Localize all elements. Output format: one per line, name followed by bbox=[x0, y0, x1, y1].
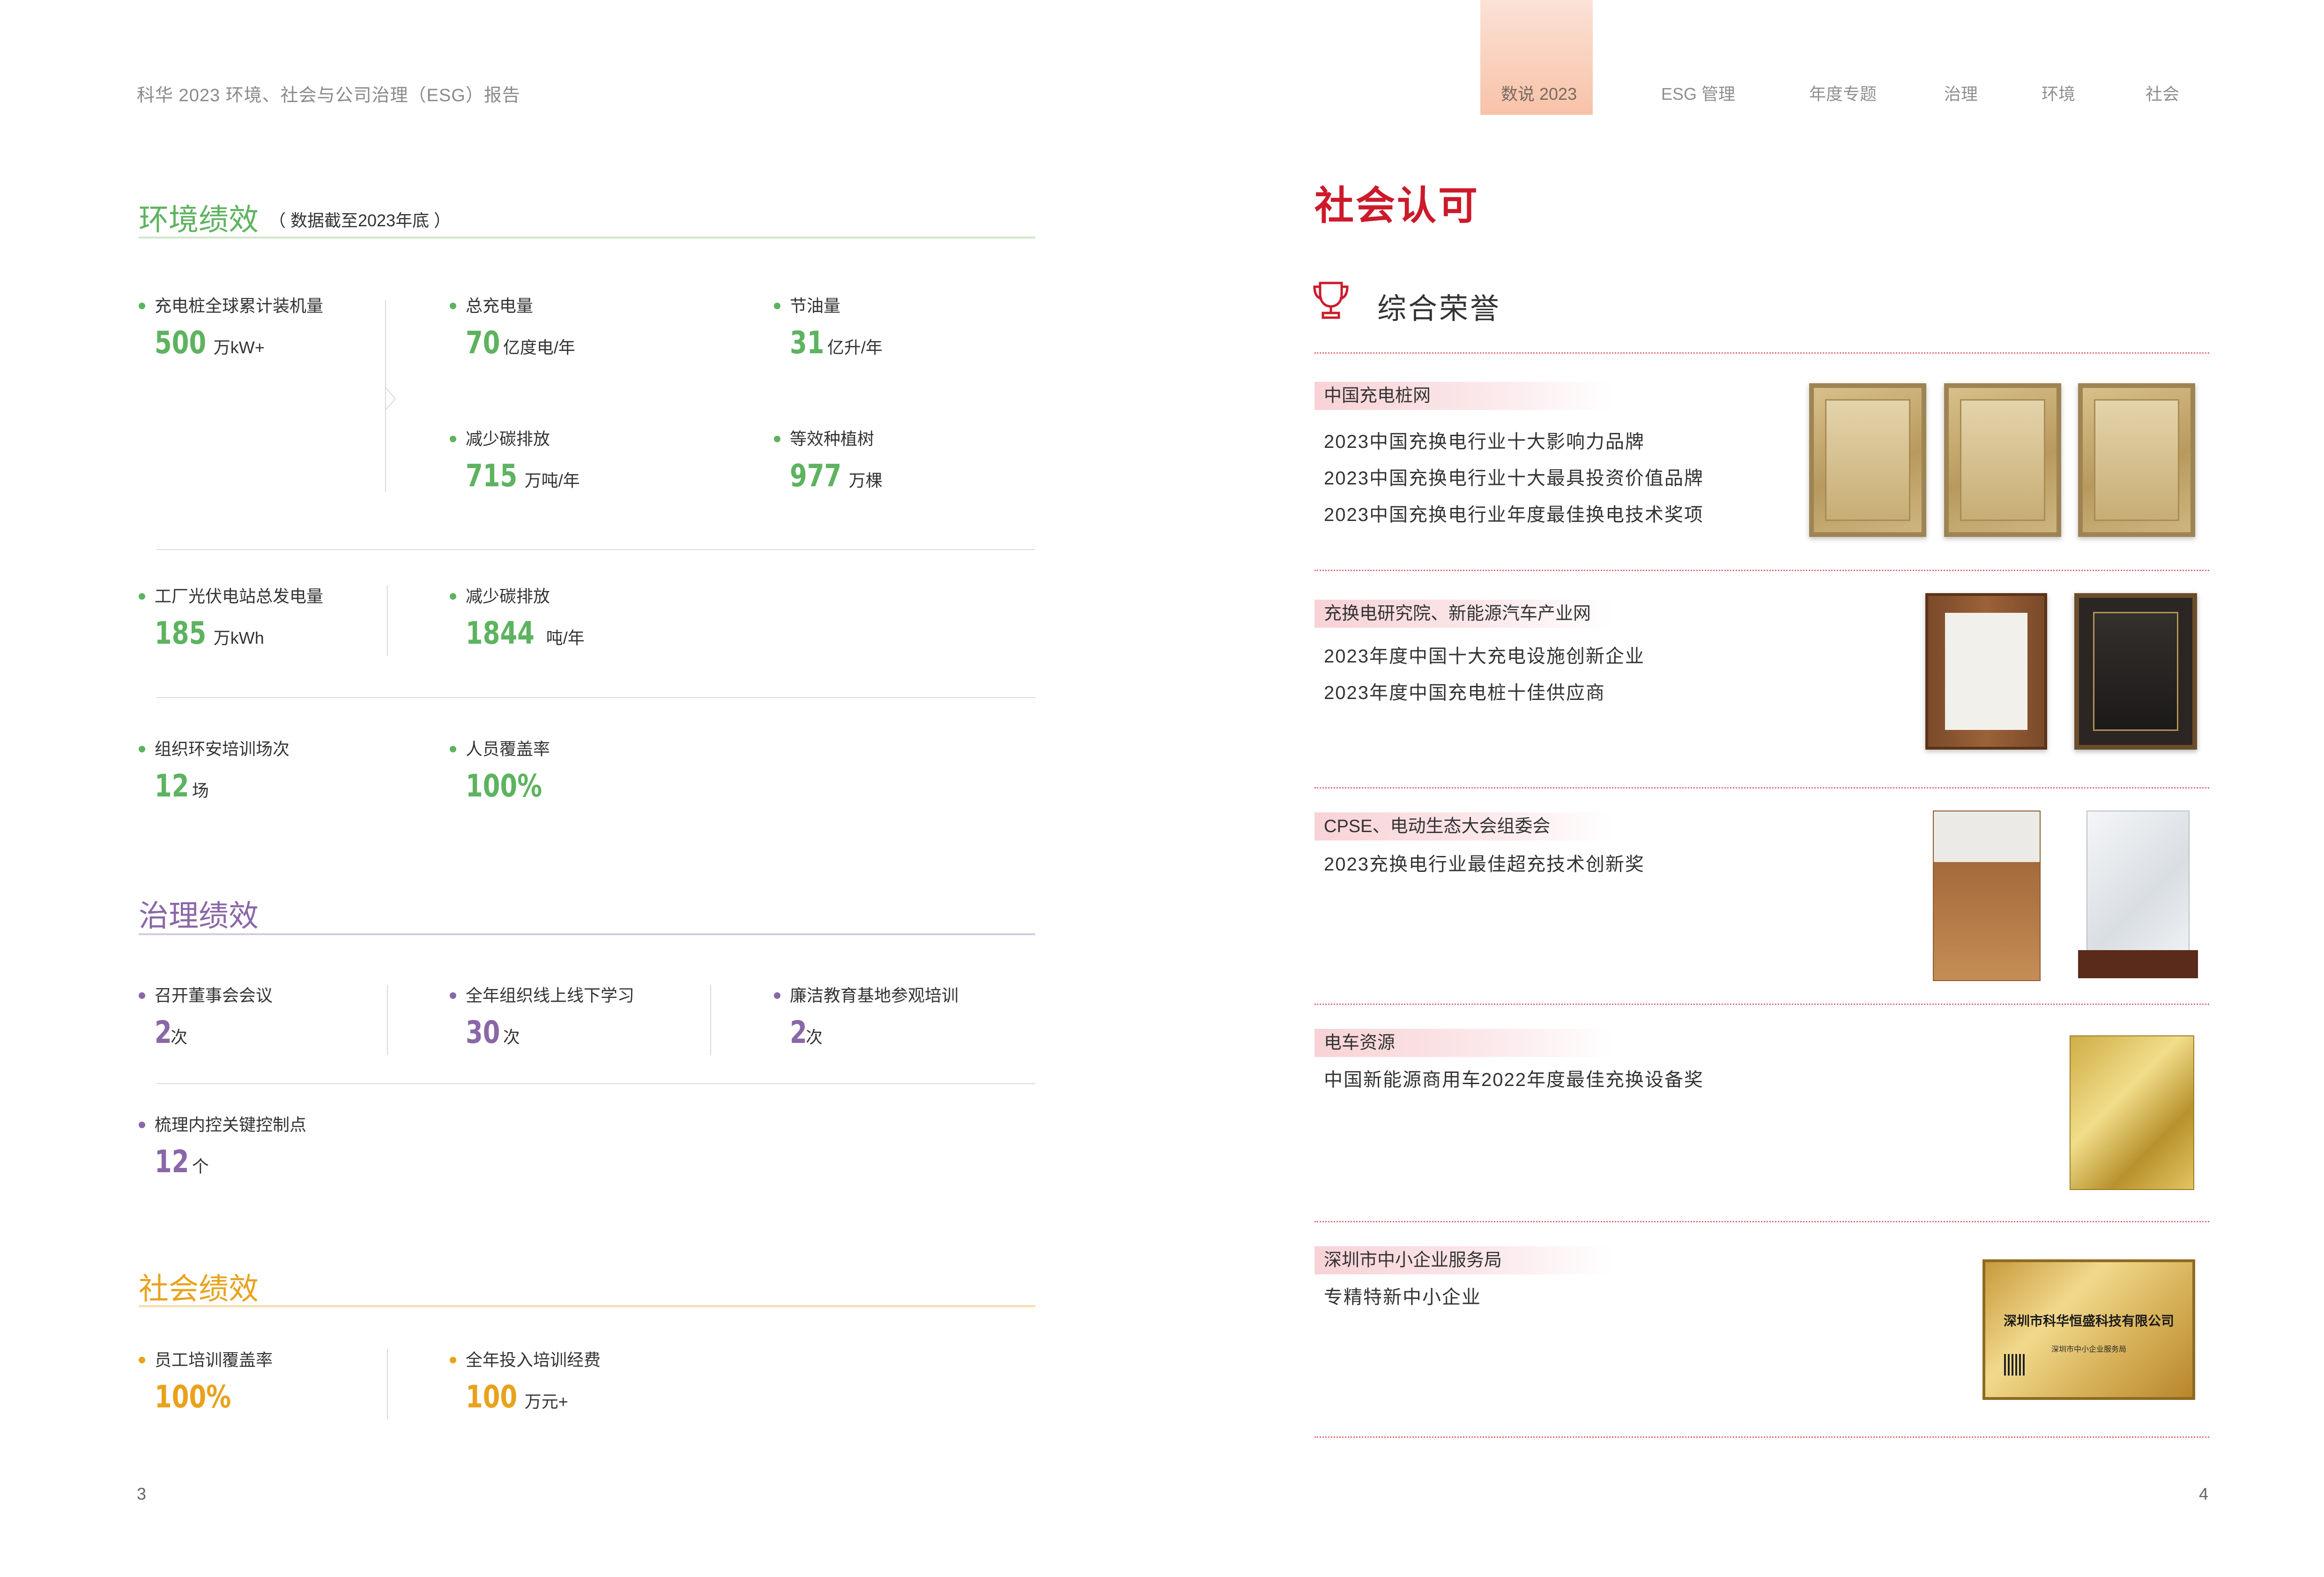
metric-separator bbox=[387, 586, 388, 656]
trophy-icon bbox=[1313, 282, 1349, 319]
award-crystal-image bbox=[2078, 811, 2198, 978]
dotted-divider bbox=[1314, 787, 2209, 788]
award-item: 2023充换电行业最佳超充技术创新奖 bbox=[1324, 854, 1645, 875]
dotted-divider bbox=[1314, 1004, 2209, 1005]
award-source-tag: 中国充电桩网 bbox=[1314, 382, 1614, 410]
metric-separator bbox=[387, 1349, 388, 1420]
metric-total-charge: 总充电量 70 亿度电/年 bbox=[450, 294, 575, 368]
divider bbox=[156, 1083, 1035, 1084]
nav-tab-social[interactable]: 社会 bbox=[2146, 81, 2179, 105]
page-number-right: 4 bbox=[2199, 1484, 2209, 1503]
award-trophy-image bbox=[1933, 811, 2041, 981]
certificate-company: 深圳市科华恒盛科技有限公司 bbox=[2003, 1313, 2174, 1329]
metric-charging-capacity: 充电桩全球累计装机量 500 万kW+ bbox=[139, 294, 323, 368]
metric-safety-training: 组织环安培训场次 12 场 bbox=[139, 737, 290, 811]
award-trophy-image bbox=[2070, 1035, 2194, 1190]
metric-integrity-training: 廉洁教育基地参观培训 2次 bbox=[774, 984, 958, 1058]
metric-training-budget: 全年投入培训经费 100 万元+ bbox=[450, 1348, 601, 1422]
recognition-title: 社会认可 bbox=[1314, 184, 1480, 228]
environment-section-title: 环境绩效 （ 数据截至2023年底 ） bbox=[139, 196, 451, 239]
report-title: 科华 2023 环境、社会与公司治理（ESG）报告 bbox=[137, 86, 520, 105]
metric-separator bbox=[387, 985, 388, 1055]
award-plaque-image bbox=[2078, 383, 2195, 537]
award-source-tag: 充换电研究院、新能源汽车产业网 bbox=[1314, 600, 1614, 628]
governance-title-rule bbox=[139, 933, 1035, 935]
award-source-tag: 电车资源 bbox=[1314, 1029, 1614, 1057]
award-source-tag: CPSE、电动生态大会组委会 bbox=[1314, 812, 1614, 841]
award-plaque-image bbox=[1944, 383, 2061, 537]
metric-coverage-rate: 人员覆盖率 100% bbox=[450, 737, 556, 811]
dotted-divider bbox=[1314, 1436, 2209, 1438]
social-section-title: 社会绩效 bbox=[139, 1272, 259, 1306]
award-plaque-image bbox=[2074, 593, 2197, 750]
award-item: 2023中国充换电行业十大最具投资价值品牌 bbox=[1324, 468, 1704, 489]
nav-tab-esg-management[interactable]: ESG 管理 bbox=[1661, 81, 1735, 105]
divider bbox=[156, 697, 1035, 698]
award-item: 中国新能源商用车2022年度最佳充换设备奖 bbox=[1324, 1070, 1704, 1090]
divider bbox=[156, 549, 1035, 550]
metric-fuel-saved: 节油量 31 亿升/年 bbox=[774, 294, 883, 368]
award-item: 2023中国充换电行业年度最佳换电技术奖项 bbox=[1324, 505, 1704, 525]
award-item: 2023中国充换电行业十大影响力品牌 bbox=[1324, 431, 1645, 452]
governance-section-title: 治理绩效 bbox=[139, 899, 259, 933]
environment-note: （ 数据截至2023年底 ） bbox=[269, 211, 451, 230]
certificate-image: 深圳市科华恒盛科技有限公司 深圳市中小企业服务局 bbox=[1982, 1259, 2195, 1400]
metric-pv-generation: 工厂光伏电站总发电量 185 万kWh bbox=[139, 585, 323, 659]
award-plaque-image bbox=[1809, 383, 1926, 537]
award-item: 2023年度中国十大充电设施创新企业 bbox=[1324, 646, 1645, 667]
metric-control-points: 梳理内控关键控制点 12 个 bbox=[139, 1113, 306, 1187]
page-number-left: 3 bbox=[137, 1484, 147, 1503]
award-item: 2023年度中国充电桩十佳供应商 bbox=[1324, 683, 1605, 703]
qr-code-icon bbox=[2004, 1354, 2026, 1376]
nav-tab-governance[interactable]: 治理 bbox=[1944, 81, 1978, 105]
metric-learning-sessions: 全年组织线上线下学习 30 次 bbox=[450, 984, 634, 1058]
nav-tab-annual-topics[interactable]: 年度专题 bbox=[1809, 81, 1877, 105]
metric-pv-carbon-reduction: 减少碳排放 1844 吨/年 bbox=[450, 585, 585, 659]
metric-board-meetings: 召开董事会会议 2次 bbox=[139, 984, 273, 1058]
separator-arrow bbox=[385, 387, 396, 410]
honors-subtitle: 综合荣誉 bbox=[1377, 293, 1501, 325]
award-item: 专精特新中小企业 bbox=[1324, 1287, 1481, 1308]
dotted-divider bbox=[1314, 1221, 2209, 1222]
environment-title: 环境绩效 bbox=[139, 203, 259, 237]
metric-training-coverage: 员工培训覆盖率 100% bbox=[139, 1348, 273, 1422]
nav-tab-data-2023[interactable]: 数说 2023 bbox=[1501, 81, 1577, 105]
certificate-issuer: 深圳市中小企业服务局 bbox=[2051, 1345, 2126, 1354]
dotted-divider bbox=[1314, 352, 2209, 354]
environment-title-rule bbox=[139, 237, 1035, 238]
nav-tab-environment[interactable]: 环境 bbox=[2042, 81, 2075, 105]
award-source-tag: 深圳市中小企业服务局 bbox=[1314, 1246, 1614, 1274]
metric-carbon-reduction: 减少碳排放 715 万吨/年 bbox=[450, 427, 580, 501]
social-title-rule bbox=[139, 1305, 1035, 1307]
metric-separator bbox=[710, 985, 711, 1055]
metric-trees-equivalent: 等效种植树 977 万棵 bbox=[774, 427, 883, 501]
dotted-divider bbox=[1314, 570, 2209, 571]
award-plaque-image bbox=[1925, 593, 2047, 750]
